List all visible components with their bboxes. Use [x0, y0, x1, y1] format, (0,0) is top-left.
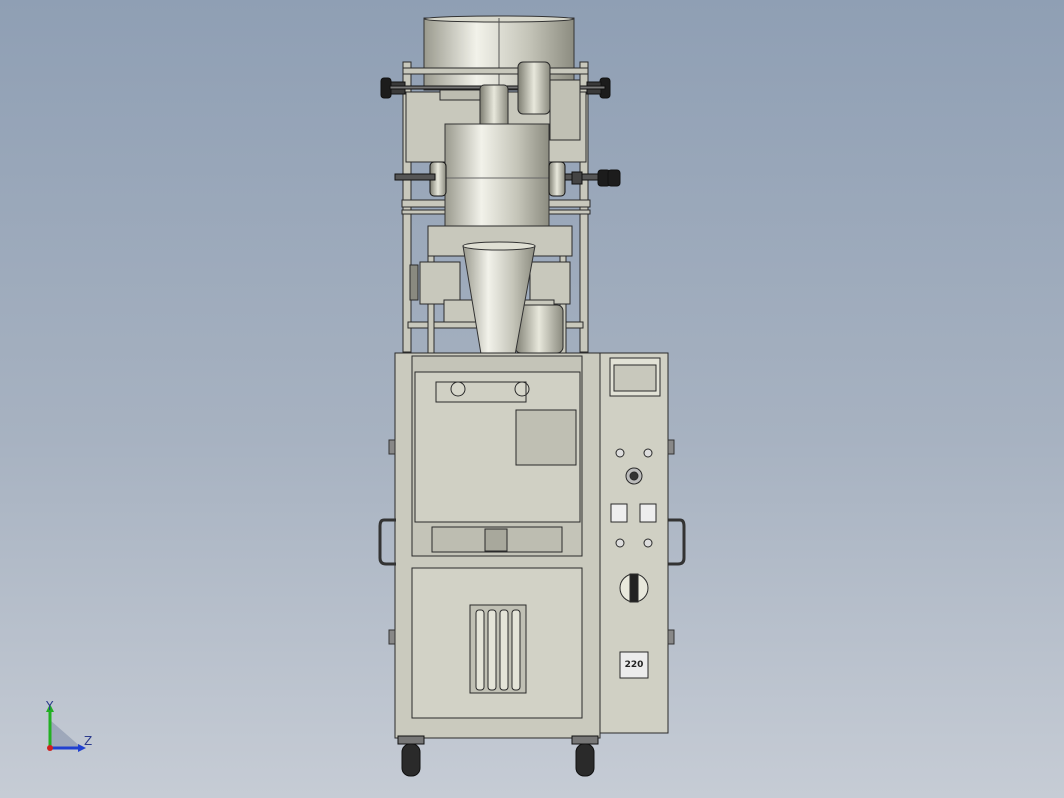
- cad-viewport[interactable]: 220 Y Z: [0, 0, 1064, 798]
- coordinate-triad: Y Z: [45, 700, 92, 752]
- packaging-machine-model[interactable]: 220: [0, 0, 1064, 798]
- caster-wheels: [397, 735, 599, 777]
- dosing-cylinder: [444, 123, 550, 233]
- z-axis-label: Z: [84, 734, 92, 748]
- origin-dot: [47, 745, 53, 751]
- voltage-label: 220: [625, 660, 644, 670]
- hopper-drum: [423, 15, 575, 91]
- main-cabinet: [394, 352, 601, 739]
- y-axis-label: Y: [45, 700, 54, 713]
- control-panel: [599, 352, 669, 734]
